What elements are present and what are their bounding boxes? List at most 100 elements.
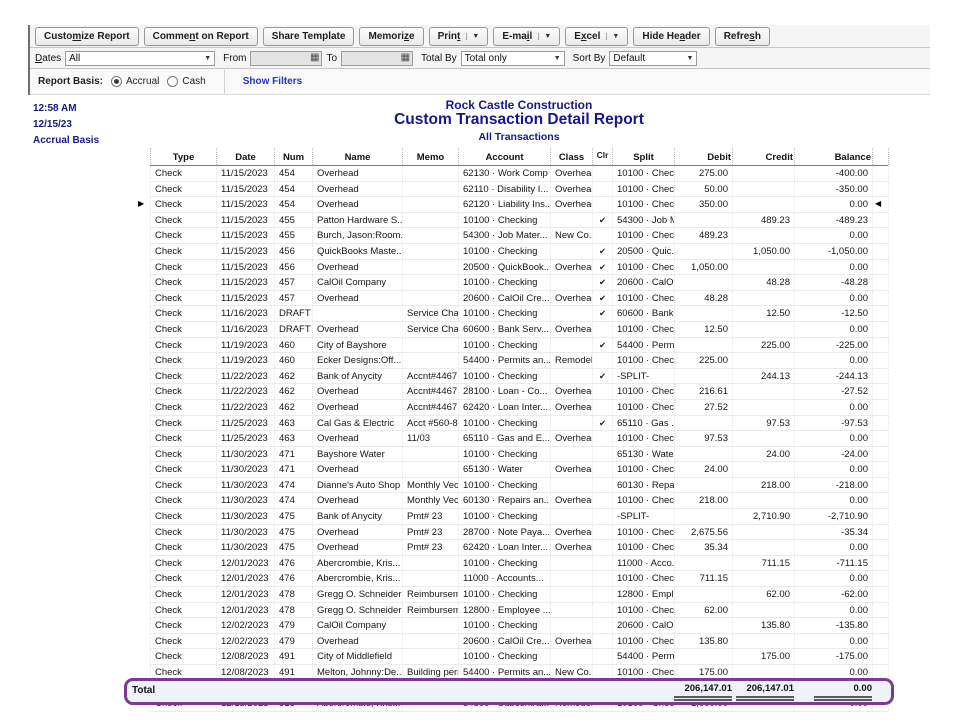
cell-type[interactable]: Check: [151, 291, 217, 306]
cell-cls[interactable]: [551, 571, 593, 586]
cell-num[interactable]: 478: [275, 587, 313, 602]
table-row[interactable]: Check11/30/2023475OverheadPmt# 2328700 ·…: [150, 525, 888, 541]
cell-name[interactable]: Overhead: [313, 166, 403, 181]
table-row[interactable]: Check11/30/2023471Bayshore Water10100 · …: [150, 447, 888, 463]
cell-type[interactable]: Check: [151, 182, 217, 197]
cell-credit[interactable]: 97.53: [733, 416, 795, 431]
cell-num[interactable]: 463: [275, 416, 313, 431]
cell-cls[interactable]: [551, 603, 593, 618]
cleared-checkmark-icon[interactable]: ✔: [593, 260, 613, 275]
cell-balance[interactable]: 0.00: [795, 400, 873, 415]
cell-account[interactable]: 65130 · Water: [459, 462, 551, 477]
cell-debit[interactable]: 1,050.00: [675, 260, 733, 275]
cell-clr[interactable]: [593, 634, 613, 649]
cell-clr[interactable]: [593, 166, 613, 181]
cell-date[interactable]: 12/01/2023: [217, 571, 275, 586]
cell-memo[interactable]: [403, 571, 459, 586]
cell-clr[interactable]: [593, 587, 613, 602]
cell-cls[interactable]: [551, 649, 593, 664]
table-row[interactable]: Check12/02/2023479Overhead20600 · CalOil…: [150, 634, 888, 650]
cell-account[interactable]: 62120 · Liability Ins...: [459, 197, 551, 212]
cell-credit[interactable]: 711.15: [733, 556, 795, 571]
cell-clr[interactable]: [593, 182, 613, 197]
cell-clr[interactable]: [593, 603, 613, 618]
cell-type[interactable]: Check: [151, 244, 217, 259]
cell-memo[interactable]: [403, 618, 459, 633]
calendar-icon[interactable]: ▦: [310, 53, 319, 63]
cell-split[interactable]: 60130 · Repa...: [613, 478, 675, 493]
cell-balance[interactable]: -489.23: [795, 213, 873, 228]
cell-balance[interactable]: 0.00: [795, 603, 873, 618]
cell-clr[interactable]: [593, 384, 613, 399]
table-row[interactable]: Check11/15/2023454Overhead62120 · Liabil…: [150, 197, 888, 213]
cell-account[interactable]: 10100 · Checking: [459, 306, 551, 321]
cell-name[interactable]: Overhead: [313, 322, 403, 337]
cell-clr[interactable]: [593, 478, 613, 493]
cell-type[interactable]: Check: [151, 353, 217, 368]
table-row[interactable]: Check11/15/2023454Overhead62130 · Work C…: [150, 166, 888, 182]
cell-debit[interactable]: [675, 587, 733, 602]
column-header-credit[interactable]: Credit: [733, 148, 795, 165]
table-row[interactable]: Check11/16/2023DRAFTOverheadService Cha.…: [150, 322, 888, 338]
cell-split[interactable]: 60600 · Bank...: [613, 306, 675, 321]
cell-type[interactable]: Check: [151, 462, 217, 477]
cell-debit[interactable]: 50.00: [675, 182, 733, 197]
cell-balance[interactable]: 0.00: [795, 431, 873, 446]
cell-clr[interactable]: [593, 400, 613, 415]
cell-split[interactable]: 10100 · Chec...: [613, 493, 675, 508]
cell-account[interactable]: 62420 · Loan Inter...: [459, 540, 551, 555]
cell-balance[interactable]: -400.00: [795, 166, 873, 181]
cell-type[interactable]: Check: [151, 556, 217, 571]
cell-cls[interactable]: [551, 587, 593, 602]
cell-date[interactable]: 11/15/2023: [217, 197, 275, 212]
cell-memo[interactable]: [403, 166, 459, 181]
cell-type[interactable]: Check: [151, 228, 217, 243]
cell-debit[interactable]: 135.80: [675, 634, 733, 649]
cell-num[interactable]: 476: [275, 571, 313, 586]
cell-split[interactable]: 10100 · Chec...: [613, 353, 675, 368]
cell-account[interactable]: 28100 · Loan - Co...: [459, 384, 551, 399]
cell-name[interactable]: Overhead: [313, 400, 403, 415]
cell-credit[interactable]: [733, 634, 795, 649]
cell-account[interactable]: 10100 · Checking: [459, 649, 551, 664]
cell-split[interactable]: 10100 · Chec...: [613, 197, 675, 212]
to-date-input[interactable]: ▦: [341, 51, 413, 66]
cell-debit[interactable]: 218.00: [675, 493, 733, 508]
table-row[interactable]: Check11/30/2023475OverheadPmt# 2362420 ·…: [150, 540, 888, 556]
cell-name[interactable]: Overhead: [313, 291, 403, 306]
cell-split[interactable]: 10100 · Chec...: [613, 384, 675, 399]
cell-account[interactable]: 54300 · Job Mater...: [459, 228, 551, 243]
cell-cls[interactable]: Remodel: [551, 353, 593, 368]
cell-name[interactable]: Gregg O. Schneider: [313, 587, 403, 602]
cell-balance[interactable]: -225.00: [795, 338, 873, 353]
cell-name[interactable]: Overhead: [313, 493, 403, 508]
cell-balance[interactable]: -62.00: [795, 587, 873, 602]
cell-num[interactable]: DRAFT: [275, 322, 313, 337]
cell-cls[interactable]: Overhead: [551, 493, 593, 508]
cell-memo[interactable]: [403, 213, 459, 228]
cell-name[interactable]: Overhead: [313, 384, 403, 399]
cell-account[interactable]: 54400 · Permits an...: [459, 353, 551, 368]
cell-debit[interactable]: 225.00: [675, 353, 733, 368]
cell-account[interactable]: 62130 · Work Comp: [459, 166, 551, 181]
cell-account[interactable]: 20500 · QuickBook...: [459, 260, 551, 275]
cell-date[interactable]: 12/02/2023: [217, 618, 275, 633]
cell-num[interactable]: 462: [275, 369, 313, 384]
cell-balance[interactable]: -218.00: [795, 478, 873, 493]
cell-credit[interactable]: [733, 462, 795, 477]
cell-type[interactable]: Check: [151, 493, 217, 508]
cell-split[interactable]: 65130 · Water: [613, 447, 675, 462]
cell-credit[interactable]: [733, 291, 795, 306]
cell-balance[interactable]: 0.00: [795, 197, 873, 212]
cell-name[interactable]: Patton Hardware S...: [313, 213, 403, 228]
cell-date[interactable]: 11/22/2023: [217, 369, 275, 384]
cell-date[interactable]: 12/01/2023: [217, 587, 275, 602]
cell-type[interactable]: Check: [151, 275, 217, 290]
cell-date[interactable]: 12/01/2023: [217, 556, 275, 571]
cell-name[interactable]: Abercrombie, Kris...: [313, 571, 403, 586]
cell-debit[interactable]: 489.23: [675, 228, 733, 243]
cell-name[interactable]: Cal Gas & Electric: [313, 416, 403, 431]
table-row[interactable]: Check12/01/2023478Gregg O. SchneiderReim…: [150, 603, 888, 619]
cell-num[interactable]: 463: [275, 431, 313, 446]
cell-account[interactable]: 20600 · CalOil Cre...: [459, 291, 551, 306]
